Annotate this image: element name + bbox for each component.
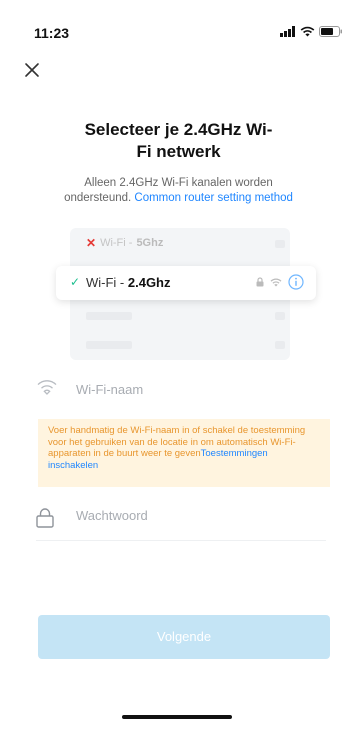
- close-button[interactable]: [22, 60, 42, 80]
- wifi-24-label: Wi-Fi - 2.4Ghz: [86, 275, 171, 290]
- wifi-icon: [37, 380, 57, 395]
- cellular-signal-icon: [280, 26, 295, 37]
- status-time: 11:23: [34, 25, 70, 41]
- status-bar: 11:23: [0, 0, 357, 44]
- next-button[interactable]: Volgende: [38, 615, 330, 659]
- placeholder-bar: [275, 240, 285, 248]
- password-field[interactable]: Wachtwoord: [36, 500, 326, 541]
- password-placeholder: Wachtwoord: [76, 508, 148, 523]
- status-icons: [280, 26, 343, 37]
- page-subtitle: Alleen 2.4GHz Wi-Fi kanalen worden onder…: [16, 176, 341, 206]
- placeholder-bar: [275, 312, 285, 320]
- placeholder-bar: [86, 341, 132, 349]
- router-setting-link[interactable]: Common router setting method: [134, 192, 293, 204]
- page-title: Selecteer je 2.4GHz Wi- Fi netwerk: [0, 119, 357, 163]
- home-indicator: [122, 715, 232, 719]
- lock-icon: [36, 508, 54, 528]
- close-icon: [25, 63, 39, 77]
- placeholder-bar: [275, 341, 285, 349]
- page-title-line1: Selecteer je 2.4GHz Wi-: [84, 120, 273, 139]
- page-title-line2: Fi netwerk: [136, 142, 221, 161]
- placeholder-bar: [86, 312, 132, 320]
- wifi-5g-prefix: Wi-Fi -: [100, 237, 133, 249]
- location-permission-warning: Voer handmatig de Wi-Fi-naam in of schak…: [38, 419, 330, 487]
- subtitle-line1: Alleen 2.4GHz Wi-Fi kanalen worden: [84, 177, 273, 189]
- wifi-name-placeholder: Wi-Fi-naam: [76, 381, 144, 397]
- check-icon: ✓: [70, 275, 81, 289]
- wifi-24-band: 2.4Ghz: [127, 275, 171, 290]
- cross-icon: ✕: [86, 236, 97, 250]
- subtitle-line2: ondersteund. Common router setting metho…: [16, 191, 341, 206]
- wifi-name-field[interactable]: Wi-Fi-naam: [36, 374, 326, 404]
- info-icon: [288, 274, 304, 290]
- wifi-row-24ghz: ✓ Wi-Fi - 2.4Ghz: [56, 266, 316, 300]
- wifi-24-prefix: Wi-Fi -: [86, 275, 128, 290]
- subtitle-text: ondersteund.: [64, 192, 132, 204]
- wifi-row-5g: ✕ Wi-Fi - 5Ghz: [86, 236, 163, 250]
- wifi-status-icon: [300, 26, 315, 37]
- wifi-5g-band: 5Ghz: [136, 237, 164, 249]
- lock-icon: [256, 277, 264, 287]
- wifi-24-icons: [256, 274, 304, 290]
- battery-icon: [319, 26, 342, 37]
- wifi-signal-icon: [270, 278, 282, 286]
